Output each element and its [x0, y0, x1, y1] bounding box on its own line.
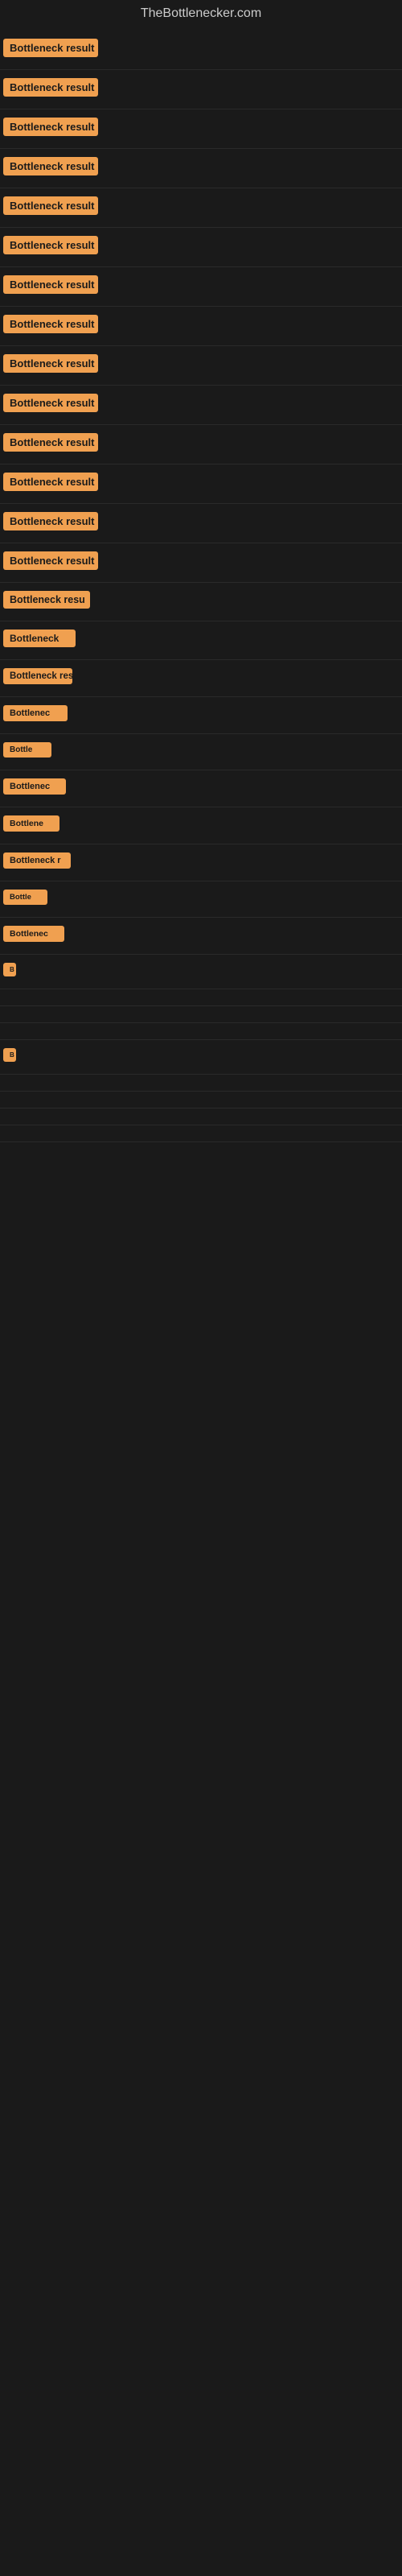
- bottleneck-result-label: Bottleneck result: [3, 196, 98, 215]
- list-item: Bottleneck result: [0, 267, 402, 307]
- list-item: Bottleneck res: [0, 660, 402, 697]
- list-item: Bottleneck result: [0, 228, 402, 267]
- bottleneck-result-label: Bottleneck result: [3, 39, 98, 57]
- site-title: TheBottlenecker.com: [0, 0, 402, 31]
- bottleneck-result-label: B: [3, 963, 16, 976]
- bottleneck-result-label: Bottleneck result: [3, 473, 98, 491]
- list-item: Bottle: [0, 881, 402, 918]
- bottleneck-result-label: Bottlenec: [3, 926, 64, 942]
- list-item: Bottleneck result: [0, 346, 402, 386]
- list-item: Bottleneck result: [0, 188, 402, 228]
- bottleneck-result-label: Bottleneck result: [3, 78, 98, 97]
- list-item: Bottleneck result: [0, 504, 402, 543]
- list-item: [0, 1092, 402, 1108]
- bottleneck-result-label: Bottlenec: [3, 778, 66, 795]
- list-item: Bottleneck resu: [0, 583, 402, 621]
- list-item: Bottleneck result: [0, 149, 402, 188]
- bottleneck-result-label: Bottleneck res: [3, 668, 72, 684]
- list-item: Bottleneck result: [0, 70, 402, 109]
- rows-container: Bottleneck result Bottleneck result Bottle…: [0, 31, 402, 1142]
- bottleneck-result-label: Bottleneck result: [3, 394, 98, 412]
- bottleneck-result-label: Bottleneck result: [3, 118, 98, 136]
- list-item: [0, 1108, 402, 1125]
- list-item: [0, 989, 402, 1006]
- list-item: [0, 1006, 402, 1023]
- bottleneck-result-label: Bottleneck result: [3, 433, 98, 452]
- bottleneck-result-label: Bottle: [3, 742, 51, 758]
- list-item: B: [0, 1040, 402, 1075]
- bottleneck-result-label: Bottleneck result: [3, 236, 98, 254]
- bottleneck-result-label: Bottleneck result: [3, 551, 98, 570]
- bottleneck-result-label: Bottleneck result: [3, 512, 98, 530]
- list-item: Bottleneck result: [0, 109, 402, 149]
- list-item: Bottlenec: [0, 770, 402, 807]
- bottleneck-result-label: Bottleneck result: [3, 275, 98, 294]
- list-item: [0, 1125, 402, 1142]
- list-item: Bottleneck result: [0, 307, 402, 346]
- list-item: Bottleneck result: [0, 464, 402, 504]
- list-item: Bottleneck r: [0, 844, 402, 881]
- bottleneck-result-label: Bottleneck result: [3, 315, 98, 333]
- list-item: Bottlenec: [0, 697, 402, 734]
- bottleneck-result-label: Bottlenec: [3, 705, 68, 721]
- bottleneck-result-label: Bottleneck: [3, 630, 76, 647]
- bottleneck-result-label: Bottlene: [3, 815, 59, 832]
- list-item: [0, 1075, 402, 1092]
- list-item: Bottleneck result: [0, 543, 402, 583]
- list-item: [0, 1023, 402, 1040]
- list-item: Bottle: [0, 734, 402, 770]
- bottleneck-result-label: Bottleneck result: [3, 157, 98, 175]
- list-item: Bottleneck: [0, 621, 402, 660]
- list-item: Bottlene: [0, 807, 402, 844]
- list-item: B: [0, 955, 402, 989]
- bottleneck-result-label: Bottleneck result: [3, 354, 98, 373]
- list-item: Bottlenec: [0, 918, 402, 955]
- list-item: Bottleneck result: [0, 386, 402, 425]
- list-item: Bottleneck result: [0, 425, 402, 464]
- bottleneck-result-label: Bottle: [3, 890, 47, 905]
- bottleneck-result-label: Bottleneck resu: [3, 591, 90, 609]
- bottleneck-result-label: B: [3, 1048, 16, 1062]
- list-item: Bottleneck result: [0, 31, 402, 70]
- bottleneck-result-label: Bottleneck r: [3, 852, 71, 869]
